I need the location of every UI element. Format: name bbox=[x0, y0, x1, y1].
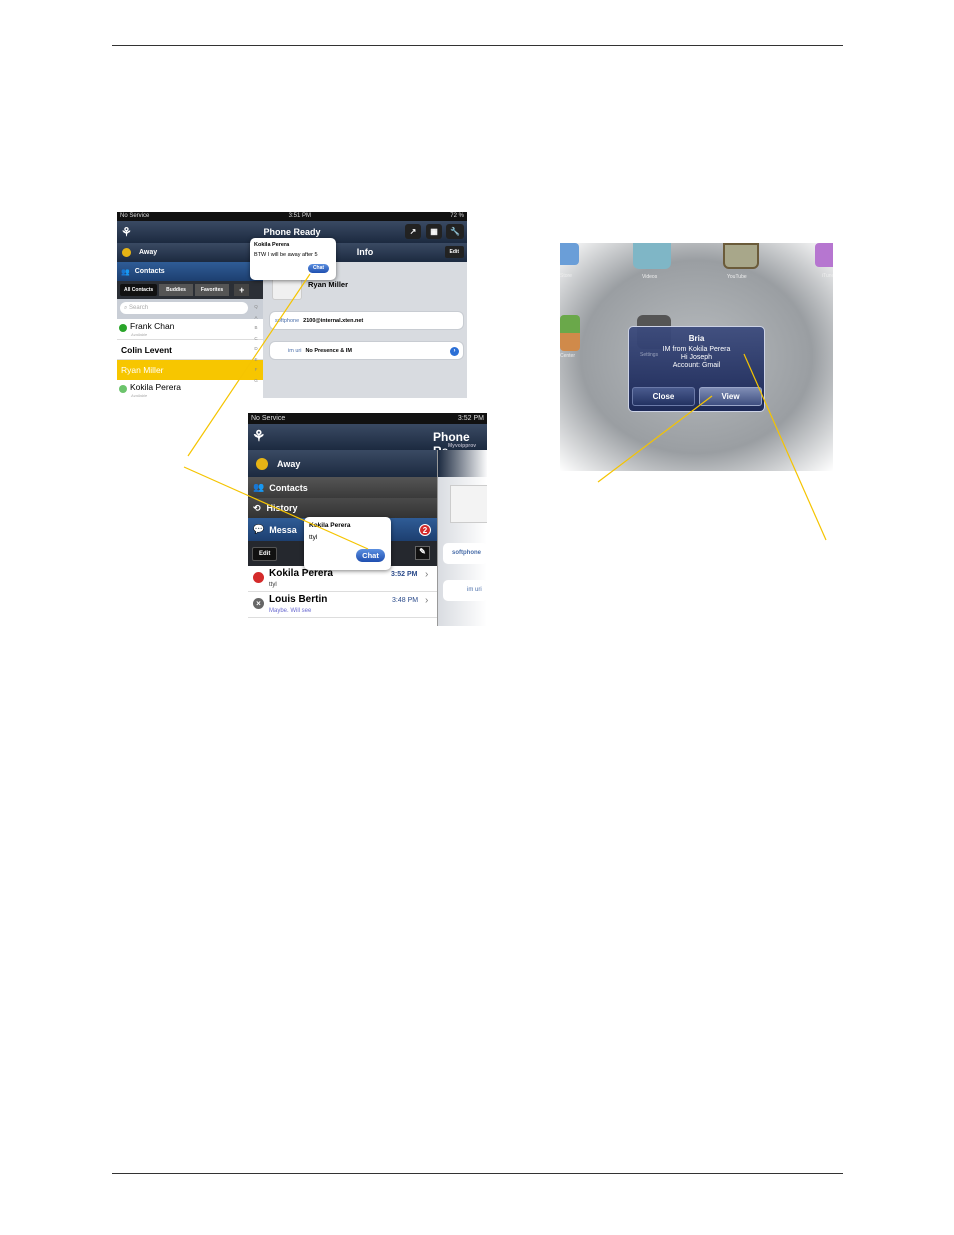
callout-line bbox=[187, 273, 311, 457]
app-label: Settings bbox=[640, 352, 659, 358]
callout-lines bbox=[183, 273, 827, 550]
callout-line bbox=[597, 395, 713, 483]
callout-line bbox=[183, 466, 369, 550]
callout-line bbox=[743, 353, 827, 541]
